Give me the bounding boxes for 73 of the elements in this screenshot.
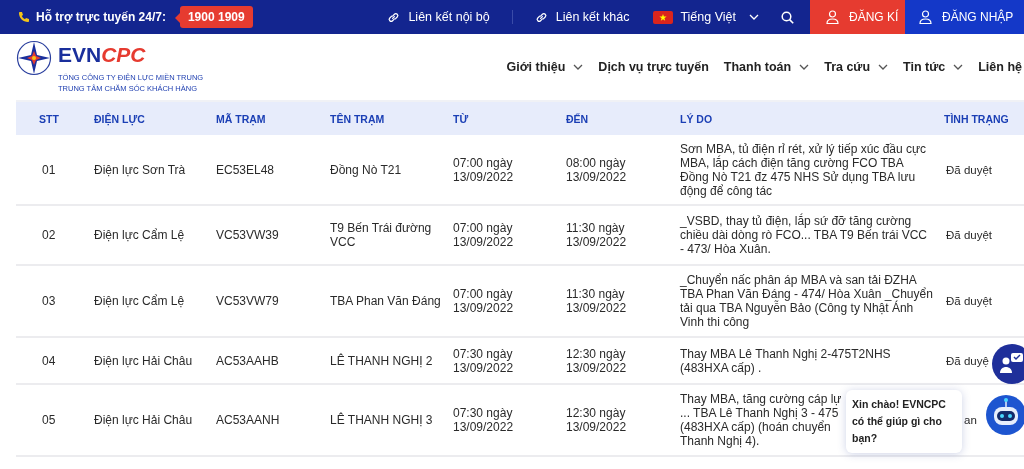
link-icon (534, 10, 548, 24)
caret-icon (749, 14, 759, 20)
table-cell-text: Đồng Nò T21 (330, 162, 403, 177)
table-cell-text: Thay MBA Lê Thanh Nghị 2-475T2NHS (483HXA cấp) . (680, 346, 892, 375)
table-cell-text: Điện lực Hải Châu (94, 353, 194, 368)
table-cell-text: 01 (41, 162, 57, 177)
table-cell-text: Sơn MBA, tủ điện rỉ rét, xử lý tiếp xúc đầu cực MBA, lắp cách điện tăng cường FCO TBA Đồng Nò T21 đz 475 NHS Sử dụng TBA lưu động để công tác (680, 141, 928, 198)
table-cell-text: VC53VW79 (216, 294, 280, 308)
table-cell-text: 07:00 ngày 13/09/2022 (453, 221, 515, 249)
table-cell-text: T9 Bến Trái đường VCC (330, 221, 433, 249)
table-cell-text: _VSBD, thay tủ điện, lắp sứ đỡ tăng cường chiều dài dòng rò FCO... TBA T9 Bến trái VCC - 473/ Hòa Xuân. (680, 214, 928, 256)
table-cell-text: Đã duyệt (945, 294, 994, 308)
table-cell-text: Thay MBA, tăng cường cáp lự ... TBA Lê Thanh Nghị 3 - 475 (483HXA cấp) (hoán chuyển Thanh Nghị 4). (680, 392, 843, 448)
table-cell-text: 04 (41, 353, 57, 368)
table-cell-text: EC53EL48 (216, 162, 276, 177)
link-icon (387, 10, 401, 24)
hotline-label: Hỗ trợ trực tuyến 24/7: (36, 10, 166, 24)
table-cell-text: 07:30 ngày 13/09/2022 (453, 346, 515, 375)
table-cell-text: Đã duyệt (945, 228, 994, 242)
table-cell-text: 12:30 ngày 13/09/2022 (566, 406, 628, 434)
table-cell-text: 02 (41, 228, 57, 242)
table-cell-text: LÊ THANH NGHỊ 2 (330, 353, 434, 368)
nav-link[interactable]: Liên kết nội bộ (387, 10, 490, 24)
phone-icon (18, 11, 30, 23)
login-button[interactable]: ĐĂNG NHẬP (905, 0, 1024, 34)
table-cell-text: 07:00 ngày 13/09/2022 (453, 287, 515, 315)
table-cell-text: TBA Phan Văn Đáng (330, 294, 442, 308)
column-header: LÝ DO (680, 112, 713, 125)
table-cell-text: AC53AAHB (216, 353, 280, 368)
table-cell-text: Đã duyệt (945, 162, 994, 177)
search-icon[interactable] (781, 10, 794, 24)
table-cell-text: Điện lực Cẩm Lệ (94, 294, 186, 308)
flag-icon (653, 10, 674, 24)
table-cell-text: 12:30 ngày 13/09/2022 (566, 346, 628, 375)
table-cell-text: 11:30 ngày 13/09/2022 (566, 221, 628, 249)
column-header: TỪ (453, 112, 470, 125)
nav-menu-item[interactable]: Liên hệ (978, 60, 1022, 74)
logo-icon (16, 40, 52, 76)
table-cell-text: VC53VW39 (216, 228, 280, 242)
user-icon (826, 10, 839, 24)
nav-link[interactable]: Liên kết khác (534, 10, 630, 24)
robot-icon[interactable] (984, 392, 1024, 436)
brand-name: EVNCPC (58, 44, 147, 66)
table-cell-text: LÊ THANH NGHỊ 3 (330, 413, 434, 427)
table-cell-text: 05 (41, 413, 57, 427)
column-header: ĐIỆN LỰC (94, 112, 146, 125)
column-header: MÃ TRẠM (216, 112, 267, 125)
table-cell-text: Điện lực Hải Châu (94, 413, 194, 427)
nav-menu-item[interactable]: Tin tức (903, 60, 964, 74)
table-cell-text: an (963, 413, 978, 427)
table-cell-text: 07:30 ngày 13/09/2022 (453, 406, 515, 434)
table-cell-text: AC53AANH (216, 413, 281, 427)
table-cell-text: _Chuyển nấc phân áp MBA và san tải ĐZHA TBA Phan Văn Đáng - 474/ Hòa Xuân _Chuyển tải qua TBA Nguyễn Bảo (Công ty Nhật Ánh Vinh thi công (680, 273, 934, 329)
table-cell-text: Đã duyệ (945, 353, 990, 368)
nav-menu-item[interactable]: Giới thiệu (506, 60, 584, 74)
nav-menu-item[interactable]: Thanh toán (723, 60, 810, 74)
language-selector[interactable]: Tiếng Việt (653, 10, 759, 24)
table-cell-text: Điện lực Sơn Trà (94, 162, 187, 177)
table-cell-text: 11:30 ngày 13/09/2022 (566, 287, 628, 315)
table-cell-text: 07:00 ngày 13/09/2022 (453, 155, 515, 184)
table-cell-text: Điện lực Cẩm Lệ (94, 228, 186, 242)
chat-greeting: Xin chào! EVNCPC có thể giúp gì cho bạn? (846, 390, 962, 453)
support-chat-icon[interactable] (991, 344, 1024, 385)
column-header: TÌNH TRẠNG (943, 112, 1010, 125)
column-header: TÊN TRẠM (330, 112, 386, 125)
nav-menu-item[interactable]: Tra cứu (824, 60, 889, 74)
user-icon (919, 10, 932, 24)
table-cell-text: 03 (41, 294, 57, 308)
column-header: STT (38, 112, 60, 125)
table-cell-text: 08:00 ngày 13/09/2022 (566, 155, 628, 184)
nav-menu-item[interactable]: Dịch vụ trực tuyến (598, 60, 709, 74)
register-button[interactable]: ĐĂNG KÍ (810, 0, 905, 34)
column-header: ĐẾN (566, 112, 590, 125)
